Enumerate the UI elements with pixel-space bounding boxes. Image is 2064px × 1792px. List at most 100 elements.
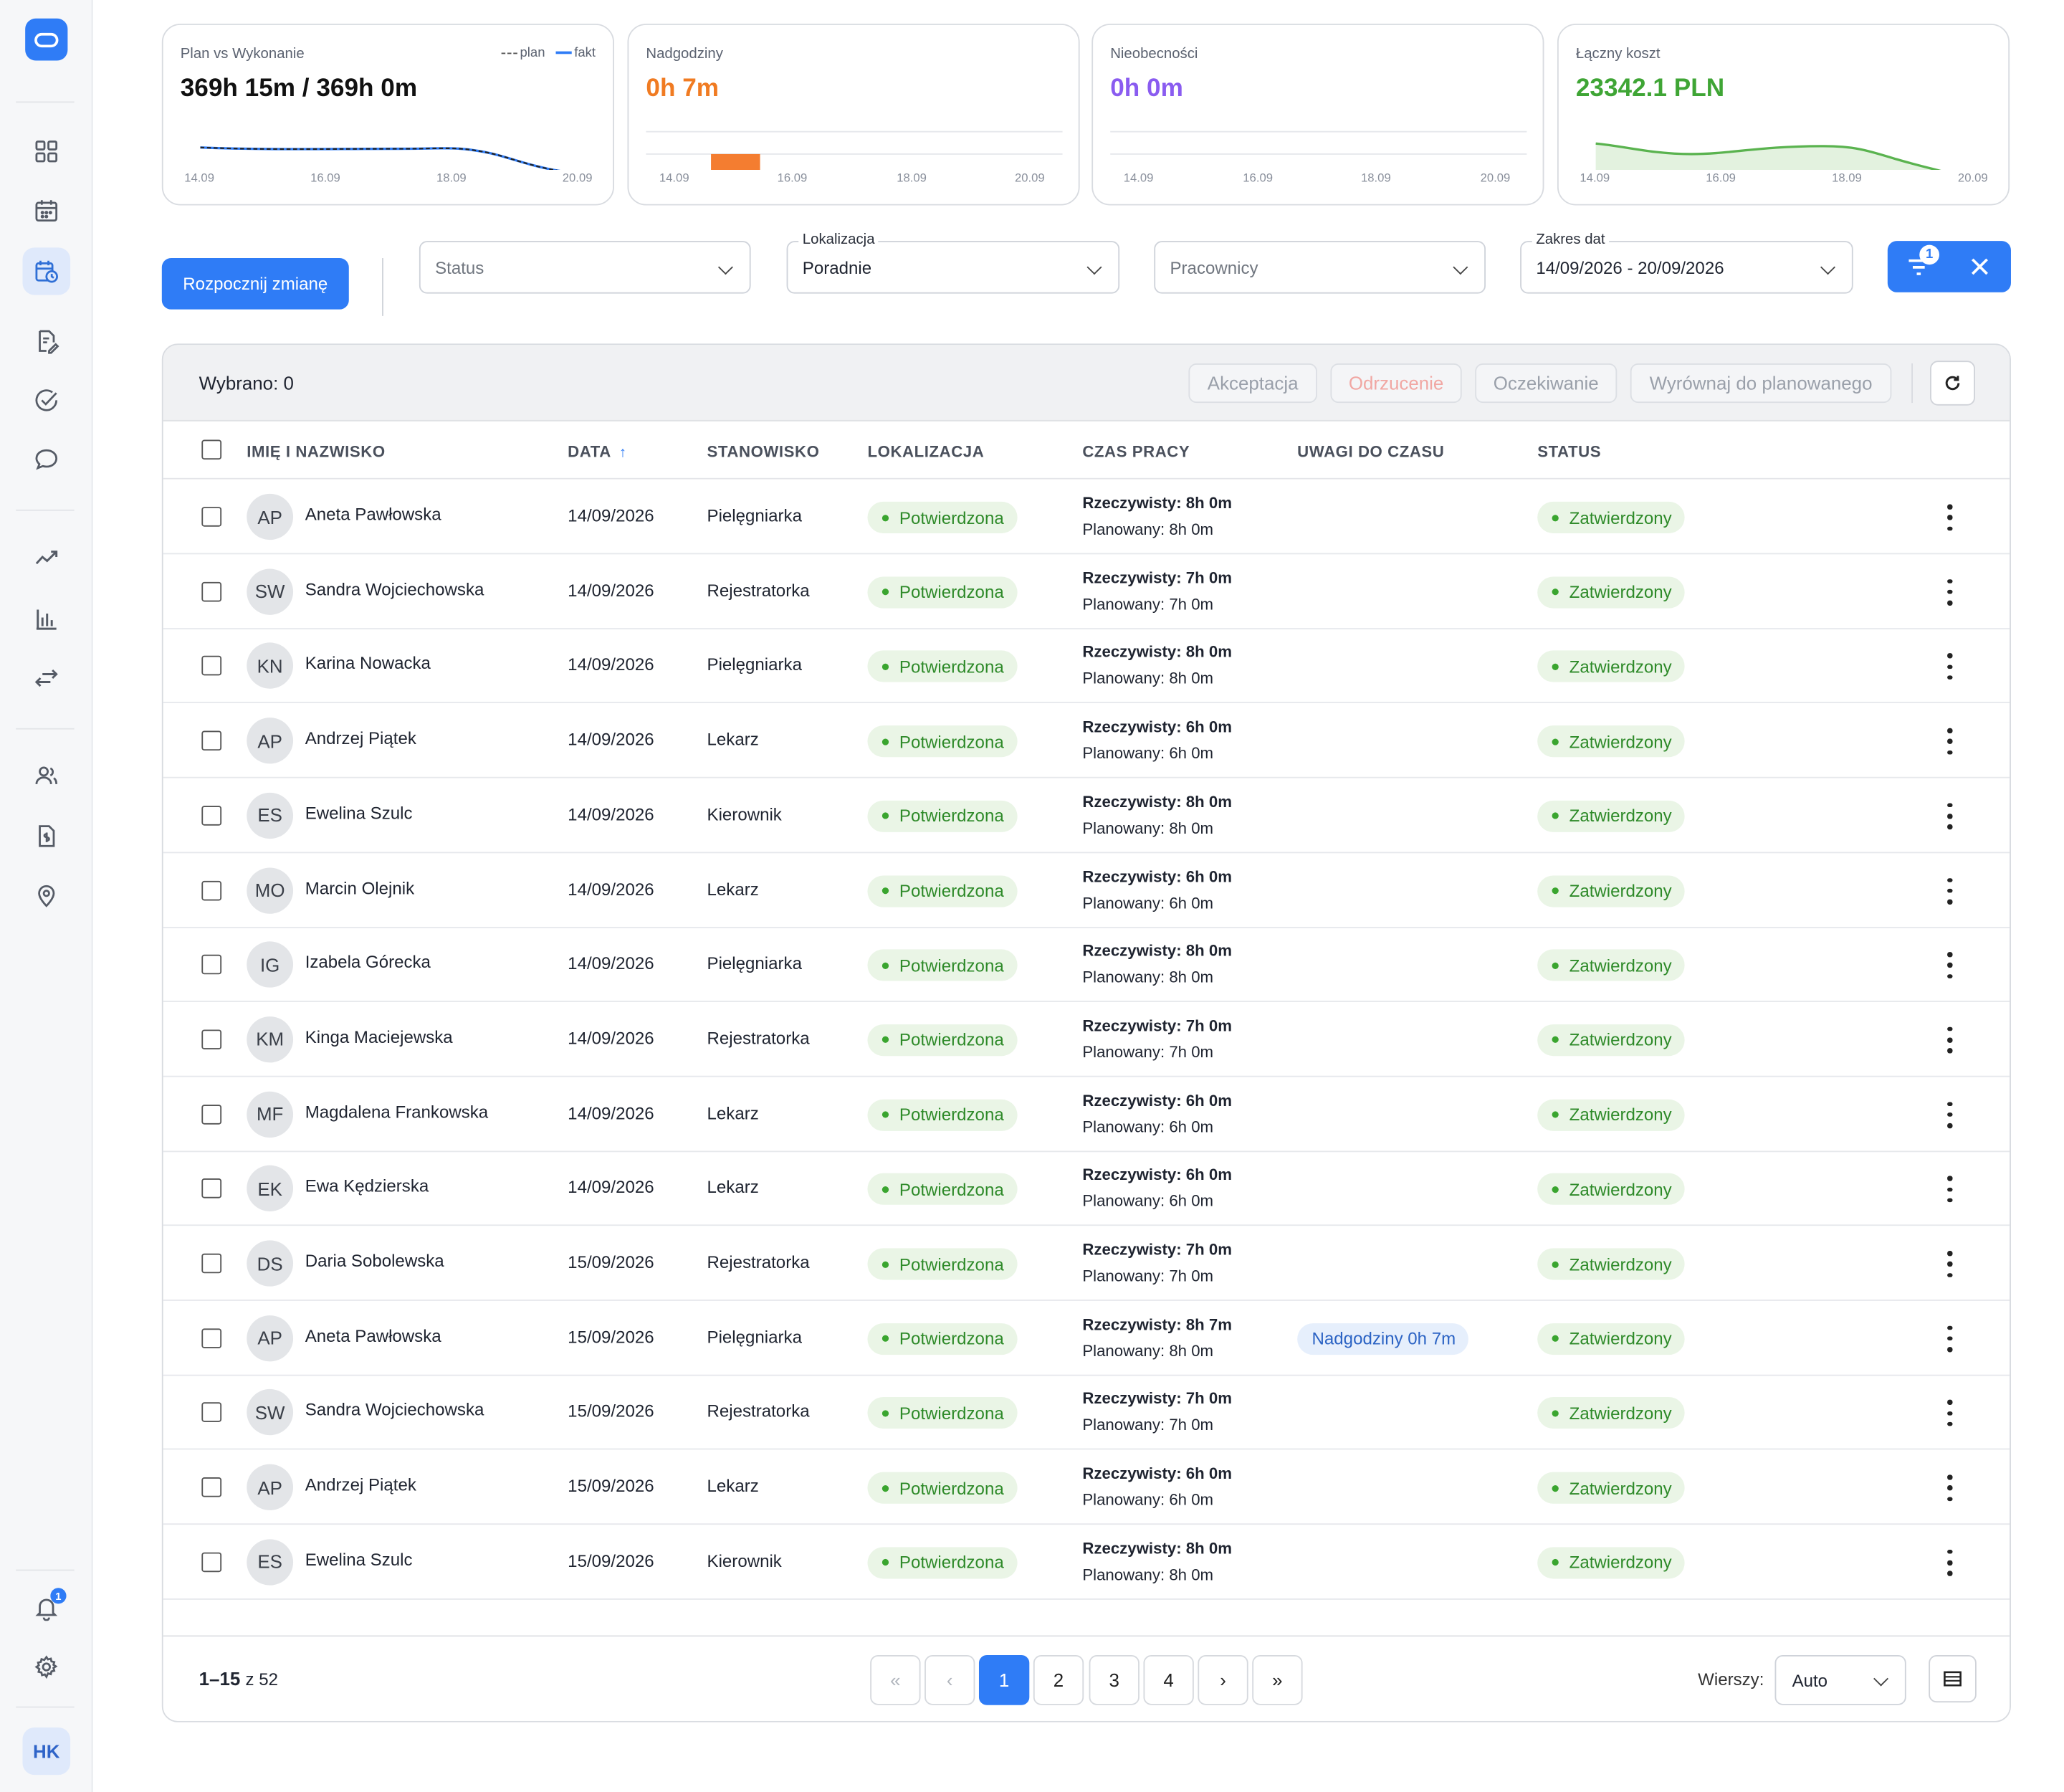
table-row[interactable]: ES Ewelina Szulc 15/09/2026 Kierownik Potwie… (163, 1525, 2010, 1600)
row-menu-icon[interactable] (1941, 1325, 1959, 1352)
table-row[interactable]: IG Izabela Górecka 14/09/2026 Pielęgniarka P… (163, 928, 2010, 1003)
row-menu-icon[interactable] (1941, 1474, 1959, 1502)
row-menu-icon[interactable] (1941, 578, 1959, 606)
page-button[interactable]: 3 (1089, 1654, 1140, 1705)
page-button[interactable]: 2 (1033, 1654, 1084, 1705)
location-pin-icon[interactable] (22, 872, 70, 919)
planned-time: Planowany: 6h 0m (1082, 1490, 1214, 1510)
location-select[interactable]: Lokalizacja Poradnie (786, 232, 1120, 294)
first-page-icon[interactable]: « (870, 1654, 921, 1705)
row-checkbox[interactable] (201, 656, 222, 677)
start-shift-button[interactable]: Rozpocznij zmianę (161, 258, 349, 310)
row-checkbox[interactable] (201, 1178, 222, 1199)
column-header-location[interactable]: LOKALIZACJA (867, 442, 984, 461)
trend-icon[interactable] (22, 535, 70, 582)
column-header-date[interactable]: DATA ↑ (568, 442, 626, 461)
user-avatar[interactable]: HK (22, 1727, 71, 1776)
timesheet-icon[interactable] (22, 247, 71, 295)
location-status-chip: Potwierdzona (867, 725, 1018, 758)
table-row[interactable]: MO Marcin Olejnik 14/09/2026 Lekarz Potwierd… (163, 852, 2010, 928)
selected-count: Wybrano: 0 (199, 372, 294, 394)
table-row[interactable]: AP Aneta Pawłowska 15/09/2026 Pielęgniarka P… (163, 1300, 2010, 1376)
previous-page-icon[interactable]: ‹ (924, 1654, 975, 1705)
date-range-picker[interactable]: Zakres dat 14/09/2026 - 20/09/2026 (1520, 232, 1853, 294)
pending-button[interactable]: Oczekiwanie (1475, 363, 1618, 404)
row-date: 14/09/2026 (568, 505, 654, 525)
check-circle-icon[interactable] (22, 376, 70, 424)
column-header-notes[interactable]: UWAGI DO CZASU (1297, 442, 1444, 461)
column-header-worktime[interactable]: CZAS PRACY (1082, 442, 1190, 461)
payroll-document-icon[interactable] (22, 812, 70, 859)
row-checkbox[interactable] (201, 1104, 222, 1124)
row-menu-icon[interactable] (1941, 1251, 1959, 1277)
row-menu-icon[interactable] (1941, 653, 1959, 680)
row-checkbox[interactable] (201, 955, 222, 975)
table-row[interactable]: DS Daria Sobolewska 15/09/2026 Rejestratork… (163, 1226, 2010, 1301)
table-row[interactable]: ES Ewelina Szulc 14/09/2026 Kierownik Potwie… (163, 778, 2010, 853)
table-row[interactable]: KN Karina Nowacka 14/09/2026 Pielęgniarka Po… (163, 629, 2010, 704)
clear-filters-close-icon[interactable] (1970, 257, 1990, 277)
table-row[interactable]: SW Sandra Wojciechowska 14/09/2026 Rejestra… (163, 554, 2010, 629)
filters-button[interactable]: 1 (1887, 241, 2011, 292)
table-row[interactable]: KM Kinga Maciejewska 14/09/2026 Rejestrator… (163, 1002, 2010, 1077)
page-button[interactable]: 4 (1143, 1654, 1194, 1705)
table-row[interactable]: EK Ewa Kędzierska 14/09/2026 Lekarz Potwierd… (163, 1151, 2010, 1226)
column-header-name[interactable]: IMIĘ I NAZWISKO (247, 442, 385, 461)
users-icon[interactable] (22, 752, 70, 799)
notification-bell-icon[interactable]: 1 (22, 1584, 70, 1631)
refresh-button[interactable] (1930, 361, 1975, 406)
select-all-checkbox[interactable] (201, 439, 222, 460)
row-checkbox[interactable] (201, 1029, 222, 1049)
row-checkbox[interactable] (201, 1477, 222, 1497)
app-logo[interactable] (25, 18, 68, 61)
document-edit-icon[interactable] (22, 318, 70, 365)
row-menu-icon[interactable] (1941, 1026, 1959, 1054)
table-row[interactable]: MF Magdalena Frankowska 14/09/2026 Lekarz Po… (163, 1077, 2010, 1152)
settings-gear-icon[interactable] (22, 1643, 70, 1690)
row-checkbox[interactable] (201, 805, 222, 826)
bar-chart-icon[interactable] (22, 595, 70, 642)
row-date: 14/09/2026 (568, 804, 654, 824)
reject-button[interactable]: Odrzucenie (1330, 363, 1462, 404)
table-row[interactable]: SW Sandra Wojciechowska 15/09/2026 Rejestra… (163, 1375, 2010, 1451)
status-select[interactable]: Status (419, 241, 751, 294)
row-checkbox[interactable] (201, 1328, 222, 1348)
row-menu-icon[interactable] (1941, 1400, 1959, 1427)
row-position: Lekarz (707, 1476, 759, 1496)
chat-icon[interactable] (22, 436, 70, 483)
row-checkbox[interactable] (201, 880, 222, 900)
dashboard-icon[interactable] (22, 128, 70, 175)
row-menu-icon[interactable] (1941, 803, 1959, 829)
row-checkbox[interactable] (201, 730, 222, 751)
row-date: 14/09/2026 (568, 729, 654, 750)
row-checkbox[interactable] (201, 1253, 222, 1274)
row-checkbox[interactable] (201, 507, 222, 527)
table-row[interactable]: AP Aneta Pawłowska 14/09/2026 Pielęgniarka P… (163, 480, 2010, 555)
calendar-icon[interactable] (22, 187, 70, 234)
row-menu-icon[interactable] (1941, 504, 1959, 531)
transfer-icon[interactable] (22, 654, 70, 702)
rows-per-page-select[interactable]: Auto (1774, 1654, 1906, 1705)
table-row[interactable]: AP Andrzej Piątek 15/09/2026 Lekarz Potwierd… (163, 1450, 2010, 1525)
row-menu-icon[interactable] (1941, 728, 1959, 755)
row-position: Rejestratorka (707, 1401, 810, 1421)
column-header-position[interactable]: STANOWISKO (707, 442, 820, 461)
column-header-status[interactable]: STATUS (1537, 442, 1601, 461)
next-page-icon[interactable]: › (1198, 1654, 1248, 1705)
row-checkbox[interactable] (201, 1552, 222, 1572)
row-menu-icon[interactable] (1941, 1549, 1959, 1576)
status-chip: Zatwierdzony (1537, 949, 1686, 981)
row-menu-icon[interactable] (1941, 877, 1959, 905)
page-button[interactable]: 1 (978, 1654, 1030, 1705)
employees-select[interactable]: Pracownicy (1154, 241, 1486, 294)
align-to-planned-button[interactable]: Wyrównaj do planowanego (1630, 363, 1892, 404)
last-page-icon[interactable]: » (1252, 1654, 1303, 1705)
row-checkbox[interactable] (201, 581, 222, 601)
row-menu-icon[interactable] (1941, 1176, 1959, 1203)
accept-button[interactable]: Akceptacja (1188, 363, 1317, 404)
row-menu-icon[interactable] (1941, 1101, 1959, 1128)
density-toggle-button[interactable] (1929, 1654, 1977, 1703)
table-row[interactable]: AP Andrzej Piątek 14/09/2026 Lekarz Potwierd… (163, 703, 2010, 778)
row-menu-icon[interactable] (1941, 952, 1959, 979)
row-checkbox[interactable] (201, 1403, 222, 1423)
